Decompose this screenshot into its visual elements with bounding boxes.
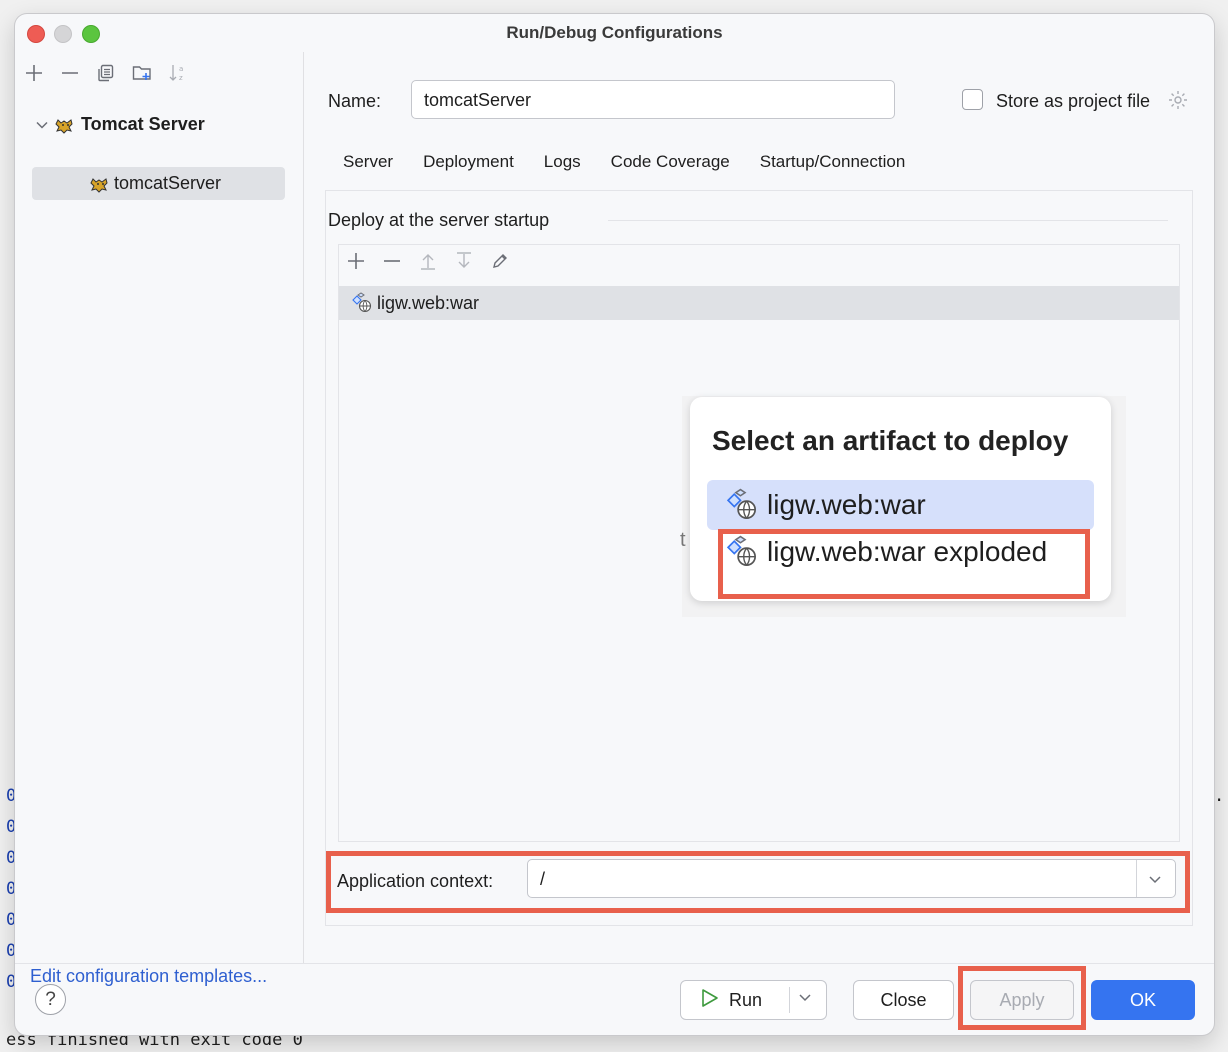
close-button[interactable]: Close [853, 980, 954, 1020]
popup-option-war[interactable]: ligw.web:war [707, 480, 1094, 530]
artifact-popup: Select an artifact to deploy ligw.web:wa… [690, 397, 1111, 601]
store-project-checkbox[interactable] [962, 89, 983, 110]
config-sidebar: az Tomcat Server tomcatServer Edit confi… [15, 52, 304, 986]
artifact-icon [351, 292, 373, 314]
run-label: Run [729, 989, 763, 1010]
popup-option-war-exploded[interactable]: ligw.web:war exploded [725, 535, 1047, 569]
tab-logs[interactable]: Logs [529, 144, 596, 184]
edit-icon[interactable] [489, 250, 511, 272]
section-divider [608, 220, 1168, 221]
config-tabs: Server Deployment Logs Code Coverage Sta… [328, 144, 921, 200]
tab-code-coverage[interactable]: Code Coverage [596, 144, 745, 184]
play-icon [701, 988, 719, 1013]
tree-group-label: Tomcat Server [81, 114, 205, 134]
add-icon[interactable] [23, 62, 45, 84]
sidebar-item-label: tomcatServer [114, 173, 222, 193]
name-input[interactable]: tomcatServer [411, 80, 895, 119]
tree-group-tomcat[interactable]: Tomcat Server [35, 114, 205, 135]
popup-title: Select an artifact to deploy [712, 425, 1069, 456]
run-split-divider [789, 987, 790, 1013]
remove-icon[interactable] [381, 250, 403, 272]
popup-edge-fragment: t [680, 529, 686, 551]
app-context-value[interactable]: / [540, 869, 545, 890]
apply-button[interactable]: Apply [970, 980, 1074, 1020]
title-bar: Run/Debug Configurations [15, 14, 1214, 52]
app-context-combobox[interactable]: / [527, 859, 1176, 898]
move-down-icon[interactable] [453, 250, 475, 272]
combobox-divider [1136, 860, 1137, 897]
chevron-down-icon[interactable] [1144, 868, 1166, 890]
tab-startup-connection[interactable]: Startup/Connection [745, 144, 921, 184]
popup-option-label: ligw.web:war [767, 489, 926, 520]
sidebar-toolbar: az [23, 60, 189, 86]
tab-server[interactable]: Server [328, 144, 408, 184]
deploy-toolbar [345, 250, 511, 272]
store-project-label: Store as project file [996, 91, 1151, 111]
remove-icon[interactable] [59, 62, 81, 84]
edit-templates-link[interactable]: Edit configuration templates... [30, 966, 267, 987]
tab-deployment[interactable]: Deployment [408, 144, 529, 200]
svg-text:a: a [179, 65, 183, 73]
new-folder-icon[interactable] [131, 62, 153, 84]
svg-text:z: z [179, 74, 183, 82]
help-button[interactable]: ? [35, 984, 66, 1015]
deploy-list-item[interactable]: ligw.web:war [339, 286, 1179, 320]
run-debug-dialog: Run/Debug Configurations az Tomcat Serve… [15, 14, 1214, 1035]
gear-icon[interactable] [1167, 89, 1189, 111]
chevron-down-icon[interactable] [797, 989, 813, 1010]
console-fragment-right: .: [1214, 786, 1228, 806]
chevron-down-icon[interactable] [35, 118, 49, 132]
move-up-icon[interactable] [417, 250, 439, 272]
sidebar-item-tomcatserver[interactable]: tomcatServer [32, 167, 285, 200]
copy-icon[interactable] [95, 62, 117, 84]
name-label: Name: [328, 91, 382, 111]
app-context-label: Application context: [337, 871, 494, 891]
ok-button[interactable]: OK [1091, 980, 1195, 1020]
sort-icon[interactable]: az [167, 62, 189, 84]
run-button[interactable]: Run [680, 980, 827, 1020]
popup-option-label: ligw.web:war exploded [767, 536, 1048, 567]
artifact-icon [725, 535, 759, 569]
deploy-item-label: ligw.web:war [377, 292, 480, 313]
footer-divider [15, 963, 1214, 964]
tomcat-icon [55, 116, 75, 134]
tomcat-icon [90, 175, 110, 193]
deploy-section-title: Deploy at the server startup [328, 210, 550, 230]
artifact-icon [725, 488, 759, 522]
window-title: Run/Debug Configurations [506, 23, 723, 42]
add-icon[interactable] [345, 250, 367, 272]
